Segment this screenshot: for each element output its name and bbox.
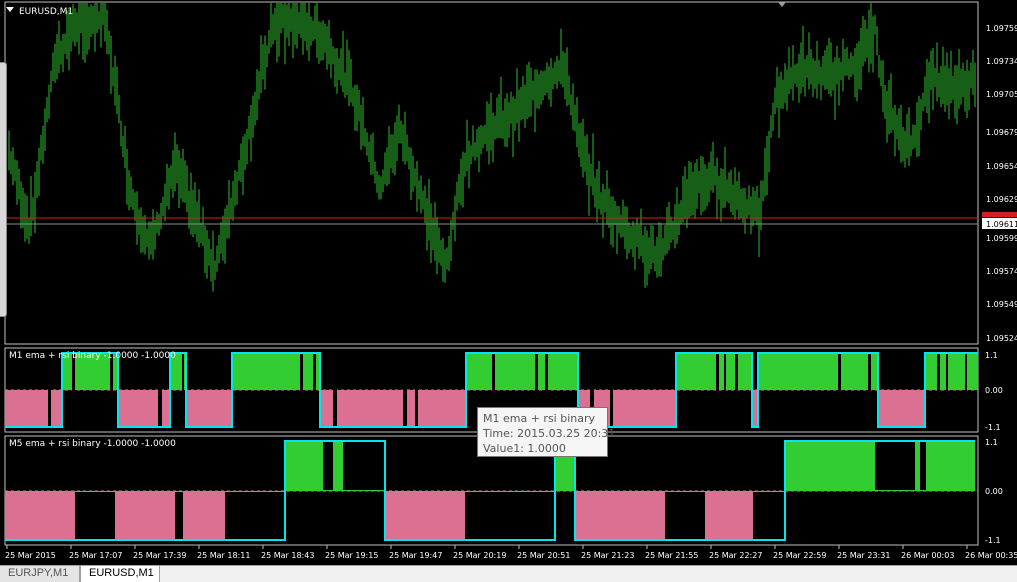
- tooltip-value: Value1: 1.0000: [483, 442, 566, 455]
- gap-block: [610, 352, 613, 428]
- bear-block: [186, 390, 232, 427]
- price-label: 1.09549: [986, 300, 1017, 309]
- chart-window[interactable]: EURUSD,M1 1.09759 1.09734 1.09705 1.0967…: [0, 0, 1017, 565]
- indicator1-level: 1.1: [985, 351, 998, 360]
- time-label: 25 Mar 18:43: [261, 551, 314, 560]
- indicator1-level: 0.00: [985, 386, 1003, 395]
- time-label: 25 Mar 2015: [5, 551, 56, 560]
- main-price-panel[interactable]: [4, 1, 979, 345]
- gap-block: [313, 352, 316, 428]
- gap-block: [343, 442, 385, 490]
- gap-block: [735, 352, 738, 428]
- gap-block: [300, 352, 303, 428]
- time-label: 25 Mar 21:55: [645, 551, 698, 560]
- bull-block: [925, 353, 978, 390]
- price-label: 1.09705: [986, 90, 1017, 99]
- time-label: 25 Mar 20:51: [517, 551, 570, 560]
- current-price-label: 1.09611: [986, 220, 1017, 229]
- bull-block: [466, 353, 578, 390]
- price-label: 1.09599: [986, 234, 1017, 243]
- time-label: 25 Mar 20:19: [453, 551, 506, 560]
- indicator1-title: M1 ema + rsi binary -1.0000 -1.0000: [9, 351, 176, 361]
- window-title: EURUSD,M1: [19, 7, 73, 17]
- price-axis: 1.09759 1.09734 1.09705 1.09679 1.09654 …: [986, 24, 1017, 343]
- gap-block: [838, 352, 841, 428]
- time-label: 25 Mar 19:47: [389, 551, 442, 560]
- gap-block: [937, 352, 940, 428]
- price-label: 1.09629: [986, 195, 1017, 204]
- price-label: 1.09524: [986, 334, 1017, 343]
- gap-block: [72, 352, 75, 428]
- price-label: 1.09759: [986, 24, 1017, 33]
- gap-block: [175, 492, 183, 540]
- gap-block: [920, 442, 926, 490]
- price-label: 1.09679: [986, 128, 1017, 137]
- gap-block: [75, 492, 115, 540]
- time-label: 25 Mar 17:39: [133, 551, 186, 560]
- tooltip-title: M1 ema + rsi binary: [483, 412, 596, 425]
- time-label: 26 Mar 00:35: [965, 551, 1017, 560]
- gap-block: [665, 492, 705, 540]
- time-label: 25 Mar 17:07: [69, 551, 122, 560]
- gap-block: [323, 442, 333, 490]
- time-label: 25 Mar 22:59: [773, 551, 826, 560]
- gap-block: [716, 352, 719, 428]
- gap-block: [48, 352, 51, 428]
- bull-block: [232, 353, 320, 390]
- indicator2-level: 0.00: [985, 487, 1003, 496]
- time-label: 25 Mar 18:11: [197, 551, 250, 560]
- bear-block: [320, 390, 466, 427]
- indicator-tooltip: M1 ema + rsi binary Time: 2015.03.25 20:…: [477, 407, 616, 457]
- gap-block: [110, 352, 113, 428]
- indicator2-level: 1.1: [985, 438, 998, 447]
- gap-block: [182, 352, 184, 428]
- chart-tab-bar: EURJPY,M1 EURUSD,M1: [0, 565, 1017, 582]
- gap-block: [946, 352, 948, 428]
- gap-block: [868, 352, 871, 428]
- scroll-handle[interactable]: [0, 62, 7, 317]
- tab-eurusd[interactable]: EURUSD,M1: [80, 566, 160, 582]
- time-label: 25 Mar 19:15: [325, 551, 378, 560]
- time-axis: 25 Mar 2015 25 Mar 17:07 25 Mar 17:39 25 Ma…: [5, 545, 1017, 560]
- dropdown-arrow-icon[interactable]: [6, 7, 14, 12]
- tooltip-time: Time: 2015.03.25 20:31: [483, 427, 616, 440]
- indicator2-level: -1.1: [985, 536, 1001, 545]
- gap-block: [724, 352, 726, 428]
- gap-block: [333, 352, 337, 428]
- gap-block: [875, 442, 915, 490]
- gap-block: [225, 492, 285, 540]
- gap-block: [965, 352, 967, 428]
- bull-block: [676, 353, 752, 390]
- gap-block: [465, 492, 555, 540]
- gap-block: [158, 352, 162, 428]
- gap-block: [403, 352, 407, 428]
- indicator1-level: -1.1: [985, 423, 1001, 432]
- price-label: 1.09574: [986, 267, 1017, 276]
- time-label: 25 Mar 22:27: [709, 551, 762, 560]
- time-label: 25 Mar 23:31: [837, 551, 890, 560]
- ask-price-marker: [982, 212, 1017, 217]
- bull-block: [758, 353, 878, 390]
- tab-eurjpy[interactable]: EURJPY,M1: [0, 566, 80, 582]
- bear-block: [5, 390, 62, 427]
- bear-block: [118, 390, 170, 427]
- time-label: 25 Mar 21:23: [581, 551, 634, 560]
- time-label: 26 Mar 00:03: [901, 551, 954, 560]
- price-label: 1.09654: [986, 162, 1017, 171]
- price-label: 1.09734: [986, 57, 1017, 66]
- indicator2-title: M5 ema + rsi binary -1.0000 -1.0000: [9, 439, 176, 449]
- bear-block: [878, 390, 925, 427]
- gap-block: [753, 492, 785, 540]
- gap-block: [415, 352, 418, 428]
